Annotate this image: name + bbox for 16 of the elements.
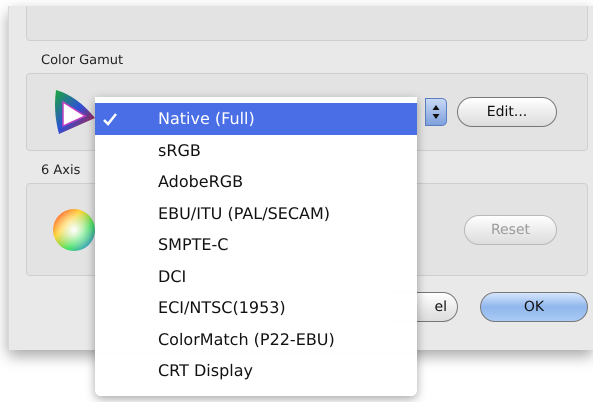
menu-item[interactable]: SMPTE-C bbox=[95, 229, 417, 260]
menu-item[interactable]: AdobeRGB bbox=[95, 166, 417, 198]
menu-item[interactable]: DCI bbox=[95, 260, 417, 292]
menu-item[interactable]: CRT Display bbox=[95, 355, 417, 386]
popup-stepper[interactable] bbox=[425, 98, 447, 126]
menu-item[interactable]: EBU/ITU (PAL/SECAM) bbox=[95, 198, 417, 229]
menu-item[interactable]: Native (Full) bbox=[95, 103, 417, 134]
menu-item[interactable]: ColorMatch (P22-EBU) bbox=[95, 324, 417, 355]
section-title: Color Gamut bbox=[41, 53, 124, 69]
stepper-arrows-icon bbox=[432, 104, 440, 120]
edit-button[interactable]: Edit... bbox=[457, 97, 557, 127]
checkmark-icon bbox=[102, 111, 118, 127]
menu-item[interactable]: sRGB bbox=[95, 134, 417, 166]
section-title: 6 Axis bbox=[41, 163, 82, 179]
ok-button[interactable]: OK bbox=[480, 292, 588, 322]
color-wheel-icon bbox=[51, 206, 97, 252]
